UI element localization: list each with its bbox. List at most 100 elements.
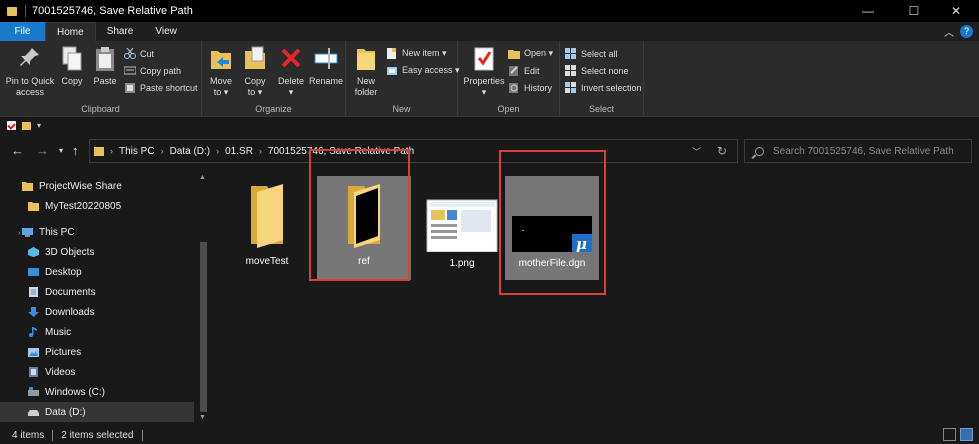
invert-selection-button[interactable]: Invert selection [565,80,642,95]
address-dropdown-icon[interactable]: ﹀ [692,145,701,158]
recent-locations-icon[interactable]: ▾ [59,146,63,155]
back-arrow-icon[interactable]: ← [11,143,24,158]
nav-item-downloads[interactable]: Downloads [28,302,94,322]
help-icon[interactable]: ? [960,25,973,38]
breadcrumb-this-pc[interactable]: This PC [119,146,155,157]
nav-item-data-d[interactable]: Data (D:) [0,402,194,422]
chevron-right-icon[interactable]: › [259,146,262,156]
item-count: 4 items [12,429,45,441]
refresh-icon[interactable]: ↻ [717,144,727,158]
nav-item-desktop[interactable]: Desktop [28,262,82,282]
file-item-movetest[interactable]: moveTest [220,176,314,280]
edit-button[interactable]: Edit [508,63,540,78]
download-icon [28,307,39,317]
nav-label: Pictures [45,346,82,358]
nav-label: Music [45,326,72,338]
tab-view[interactable]: View [144,22,188,41]
select-all-button[interactable]: Select all [565,46,618,61]
select-none-button[interactable]: Select none [565,63,629,78]
paste-shortcut-button[interactable]: Paste shortcut [124,80,198,95]
nav-label: ProjectWise Share [39,180,122,192]
address-folder-icon [94,146,104,156]
copy-path-button[interactable]: Copy path [123,63,182,78]
details-view-icon[interactable] [943,428,956,441]
new-item-icon [386,48,398,59]
nav-item-documents[interactable]: Documents [28,282,96,302]
copy-path-label: Copy path [140,65,182,76]
history-button[interactable]: History [508,80,552,95]
search-box[interactable]: Search 7001525746, Save Relative Path [744,139,972,163]
open-button[interactable]: Open ▾ [508,46,553,61]
collapse-ribbon-icon[interactable]: ︿ [944,24,954,39]
copy-icon [60,45,84,73]
folder-icon [22,182,33,191]
maximize-button[interactable]: ☐ [891,0,937,22]
close-button[interactable]: ✕ [933,0,979,22]
customize-toolbar-icon[interactable]: ▾ [37,121,41,130]
tab-file[interactable]: File [0,22,45,41]
move-to-label: Move to ▾ [209,76,232,97]
nav-item-projectwise-share[interactable]: ProjectWise Share [22,176,122,196]
scroll-up-icon[interactable]: ▲ [199,174,206,181]
edit-icon [508,65,520,76]
delete-label: Delete ▾ [277,76,304,97]
address-bar[interactable]: › This PC › Data (D:) › 01.SR › 70015257… [89,139,738,163]
properties-label: Properties ▾ [463,76,505,97]
copy-button[interactable]: Copy [58,45,86,87]
properties-button[interactable]: Properties ▾ [462,45,506,98]
nav-item-mytest[interactable]: MyTest20220805 [28,196,121,216]
file-item-1png[interactable]: 1.png [415,176,509,280]
nav-item-windows-c[interactable]: Windows (C:) [28,382,105,402]
delete-button[interactable]: Delete ▾ [275,45,307,98]
scissors-icon [124,47,136,59]
expand-chevron-icon[interactable]: › [18,230,20,237]
nav-item-3d-objects[interactable]: 3D Objects [28,242,94,262]
nav-scrollbar[interactable]: ▲ ▼ [197,170,210,424]
pin-to-quick-access-button[interactable]: Pin to Quick access [4,45,56,98]
new-folder-button[interactable]: New folder [350,45,382,98]
organize-group: Move to ▾ Copy to ▾ Delete ▾ Rename Orga… [202,41,346,117]
copy-to-icon [243,45,267,73]
properties-icon [472,45,496,73]
chevron-right-icon[interactable]: › [161,146,164,156]
move-to-icon [209,45,233,73]
paste-button[interactable]: Paste [90,45,120,87]
tab-share[interactable]: Share [96,22,145,41]
minimize-button[interactable]: — [845,0,891,22]
highlight-box-ref [309,149,410,281]
up-arrow-icon[interactable]: ↑ [72,143,79,158]
folder-icon [251,184,283,248]
nav-label: Data (D:) [45,406,86,418]
video-icon [29,367,38,377]
chevron-right-icon[interactable]: › [110,146,113,156]
document-icon [29,287,38,297]
pin-icon [18,45,42,73]
properties-check-icon[interactable] [7,121,16,130]
nav-item-music[interactable]: Music [28,322,71,342]
scroll-down-icon[interactable]: ▼ [199,414,206,421]
nav-label: Videos [45,366,76,378]
new-folder-mini-icon[interactable] [22,121,31,130]
tab-home[interactable]: Home [45,22,96,41]
pin-label: Pin to Quick access [5,76,55,97]
select-all-label: Select all [581,48,618,59]
chevron-right-icon[interactable]: › [216,146,219,156]
nav-item-videos[interactable]: Videos [28,362,75,382]
copy-to-button[interactable]: Copy to ▾ [240,45,270,98]
large-icons-view-icon[interactable] [960,428,973,441]
move-to-button[interactable]: Move to ▾ [206,45,236,98]
paste-label: Paste [93,76,117,86]
breadcrumb-01sr[interactable]: 01.SR [225,146,253,157]
rename-button[interactable]: Rename [308,45,344,87]
breadcrumb-data-d[interactable]: Data (D:) [170,146,211,157]
forward-arrow-icon[interactable]: → [36,143,49,158]
nav-item-pictures[interactable]: Pictures [28,342,81,362]
cut-button[interactable]: Cut [124,46,154,61]
easy-access-label: Easy access ▾ [402,65,460,75]
scrollbar-thumb[interactable] [200,242,207,412]
easy-access-button[interactable]: Easy access ▾ [386,63,460,78]
desktop-icon [28,268,39,276]
file-name: 1.png [449,258,475,269]
nav-item-this-pc[interactable]: This PC [22,222,75,242]
new-item-button[interactable]: New item ▾ [386,46,447,61]
